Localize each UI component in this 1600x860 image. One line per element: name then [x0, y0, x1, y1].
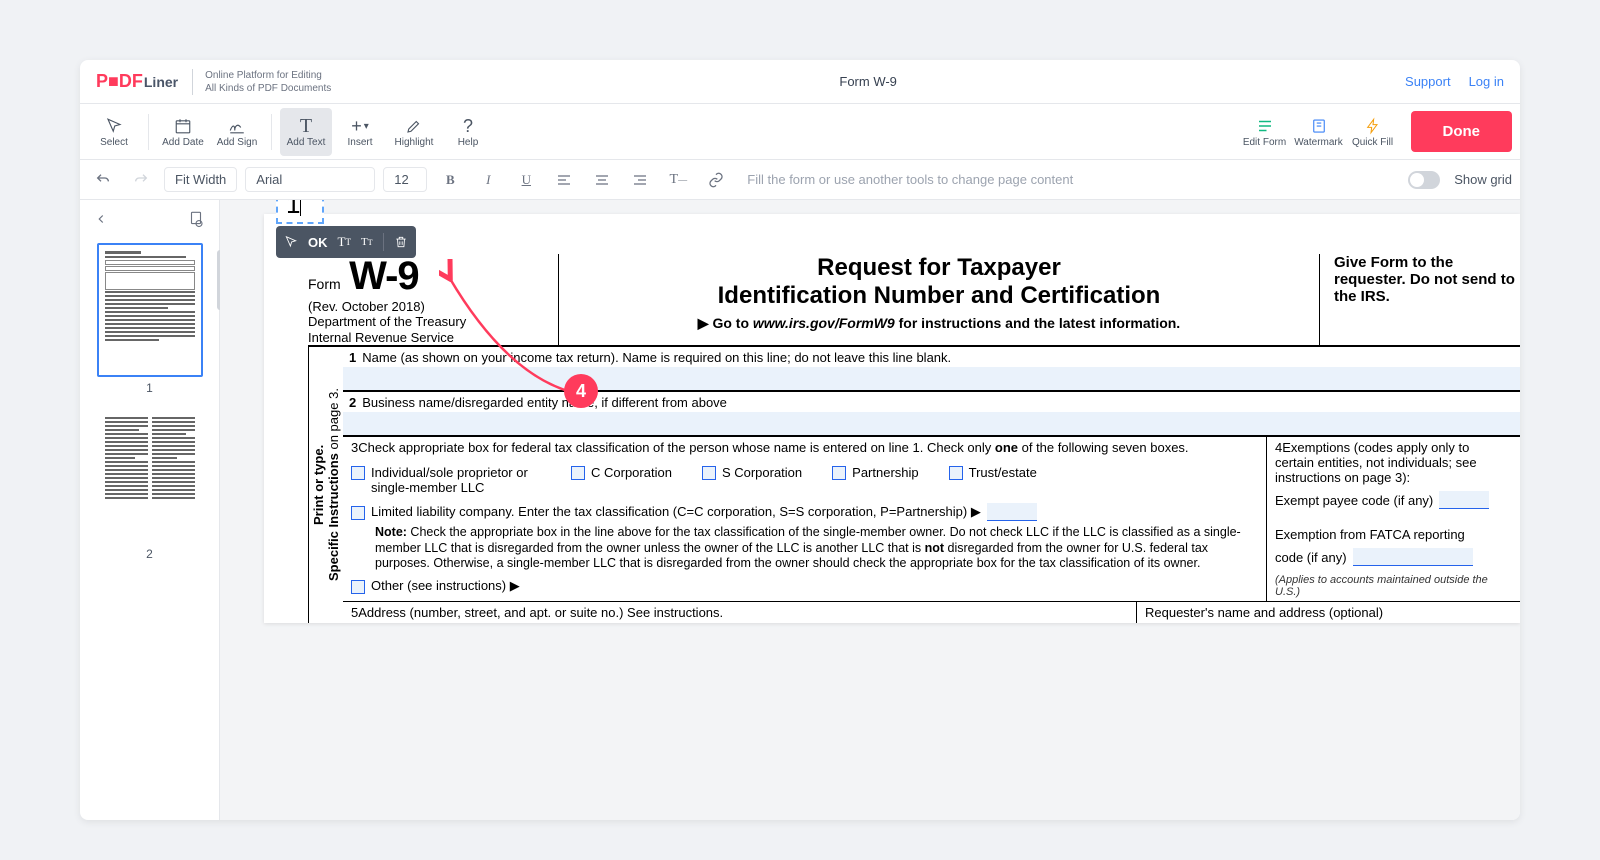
signature-icon	[228, 115, 246, 137]
highlighter-icon	[405, 115, 423, 137]
checkbox-other[interactable]	[351, 580, 365, 594]
thumbnails-sidebar: 1 2	[80, 200, 220, 820]
thumbnail-2-label: 2	[146, 547, 153, 561]
help-icon: ?	[463, 115, 473, 137]
app-window: P■DFLiner Online Platform for Editing Al…	[80, 60, 1520, 820]
form-line-2: 2Business name/disregarded entity name, …	[343, 392, 1520, 437]
underline-button[interactable]: U	[511, 165, 541, 195]
form-name: W-9	[349, 254, 419, 299]
form-header: Form W-9 (Rev. October 2018) Department …	[308, 254, 1520, 347]
line-height-button[interactable]: T—	[663, 165, 693, 195]
form-title: Request for TaxpayerIdentification Numbe…	[579, 254, 1299, 309]
undo-button[interactable]	[88, 165, 118, 195]
sidebar-collapse-icon[interactable]	[94, 212, 108, 231]
watermark-tool[interactable]: Watermark	[1293, 108, 1345, 156]
checkbox-llc[interactable]	[351, 506, 365, 520]
thumbnail-2[interactable]	[97, 409, 203, 543]
add-date-tool[interactable]: Add Date	[157, 108, 209, 156]
logo-pdf: P■DF	[96, 71, 143, 92]
form-line-4: 4Exemptions (codes apply only to certain…	[1266, 437, 1520, 601]
size-select[interactable]: 12	[383, 167, 427, 192]
thumbnail-1[interactable]	[97, 243, 203, 377]
text-input-overlay[interactable]: 1	[276, 200, 324, 224]
italic-button[interactable]: I	[473, 165, 503, 195]
calendar-icon	[174, 115, 192, 137]
checkbox-trust[interactable]: Trust/estate	[949, 465, 1037, 480]
context-cursor-icon[interactable]	[284, 235, 298, 249]
checkbox-c-corp[interactable]: C Corporation	[571, 465, 672, 480]
toolbar-hint: Fill the form or use another tools to ch…	[747, 172, 1073, 187]
context-size-down-icon[interactable]: TT	[361, 236, 373, 248]
logo: P■DFLiner	[96, 71, 178, 92]
header: P■DFLiner Online Platform for Editing Al…	[80, 60, 1520, 104]
redo-button[interactable]	[126, 165, 156, 195]
header-links: Support Log in	[1405, 74, 1504, 89]
form-note: Note: Check the appropriate box in the l…	[351, 525, 1258, 576]
tagline: Online Platform for Editing All Kinds of…	[192, 69, 331, 95]
form-line-5: 5Address (number, street, and apt. or su…	[343, 602, 1136, 623]
checkbox-s-corp[interactable]: S Corporation	[702, 465, 802, 480]
fatca-field[interactable]	[1353, 548, 1473, 566]
requester-section: Requester's name and address (optional)	[1136, 602, 1520, 623]
help-tool[interactable]: ?Help	[442, 108, 494, 156]
format-toolbar: Fit Width Arial 12 B I U T— Fill the for…	[80, 160, 1520, 200]
add-sign-tool[interactable]: Add Sign	[211, 108, 263, 156]
form-line-1: 1Name (as shown on your income tax retur…	[343, 347, 1520, 392]
document-page[interactable]: 1 OK TT TT 4 Form W	[264, 214, 1520, 623]
grid-label: Show grid	[1454, 172, 1512, 187]
form-goto: ▶ Go to www.irs.gov/FormW9 for instructi…	[579, 315, 1299, 332]
cursor-icon	[105, 115, 123, 137]
form-icon	[1256, 115, 1274, 137]
font-select[interactable]: Arial	[245, 167, 375, 192]
page-settings-icon[interactable]	[187, 210, 205, 233]
link-button[interactable]	[701, 165, 731, 195]
exempt-payee-field[interactable]	[1439, 491, 1489, 509]
plus-icon: +▾	[351, 115, 369, 137]
thumbnail-1-label: 1	[146, 381, 153, 395]
align-center-button[interactable]	[587, 165, 617, 195]
context-trash-icon[interactable]	[394, 235, 408, 249]
select-tool[interactable]: Select	[88, 108, 140, 156]
main-toolbar: Select Add Date Add Sign TAdd Text +▾Ins…	[80, 104, 1520, 160]
insert-tool[interactable]: +▾Insert	[334, 108, 386, 156]
business-name-field[interactable]	[343, 412, 1520, 436]
bold-button[interactable]: B	[435, 165, 465, 195]
align-left-button[interactable]	[549, 165, 579, 195]
grid-toggle[interactable]	[1408, 171, 1440, 189]
form-give-notice: Give Form to the requester. Do not send …	[1320, 254, 1520, 345]
callout-badge: 4	[564, 374, 598, 408]
align-right-button[interactable]	[625, 165, 655, 195]
context-ok-button[interactable]: OK	[308, 235, 328, 250]
zoom-select[interactable]: Fit Width	[164, 167, 237, 192]
name-field[interactable]	[343, 367, 1520, 391]
watermark-icon	[1310, 115, 1328, 137]
form-body: Print or type. Specific Instructions on …	[308, 347, 1520, 623]
text-icon: T	[300, 115, 312, 137]
logo-liner: Liner	[144, 74, 178, 90]
highlight-tool[interactable]: Highlight	[388, 108, 440, 156]
lightning-icon	[1365, 115, 1381, 137]
login-link[interactable]: Log in	[1469, 74, 1504, 89]
context-size-up-icon[interactable]: TT	[338, 234, 351, 250]
support-link[interactable]: Support	[1405, 74, 1451, 89]
quick-fill-tool[interactable]: Quick Fill	[1347, 108, 1399, 156]
canvas[interactable]: 1 OK TT TT 4 Form W	[220, 200, 1520, 820]
main-area: 1 2 1 OK TT TT	[80, 200, 1520, 820]
add-text-tool[interactable]: TAdd Text	[280, 108, 332, 156]
form-side-label: Print or type. Specific Instructions on …	[308, 347, 343, 623]
document-title: Form W-9	[331, 74, 1405, 89]
llc-classification-field[interactable]	[987, 503, 1037, 521]
checkbox-partnership[interactable]: Partnership	[832, 465, 918, 480]
edit-form-tool[interactable]: Edit Form	[1239, 108, 1291, 156]
context-toolbar: OK TT TT	[276, 226, 416, 258]
form-line-3: 3Check appropriate box for federal tax c…	[343, 437, 1266, 601]
checkbox-individual[interactable]: Individual/sole proprietor or single-mem…	[351, 465, 541, 495]
done-button[interactable]: Done	[1411, 111, 1513, 152]
